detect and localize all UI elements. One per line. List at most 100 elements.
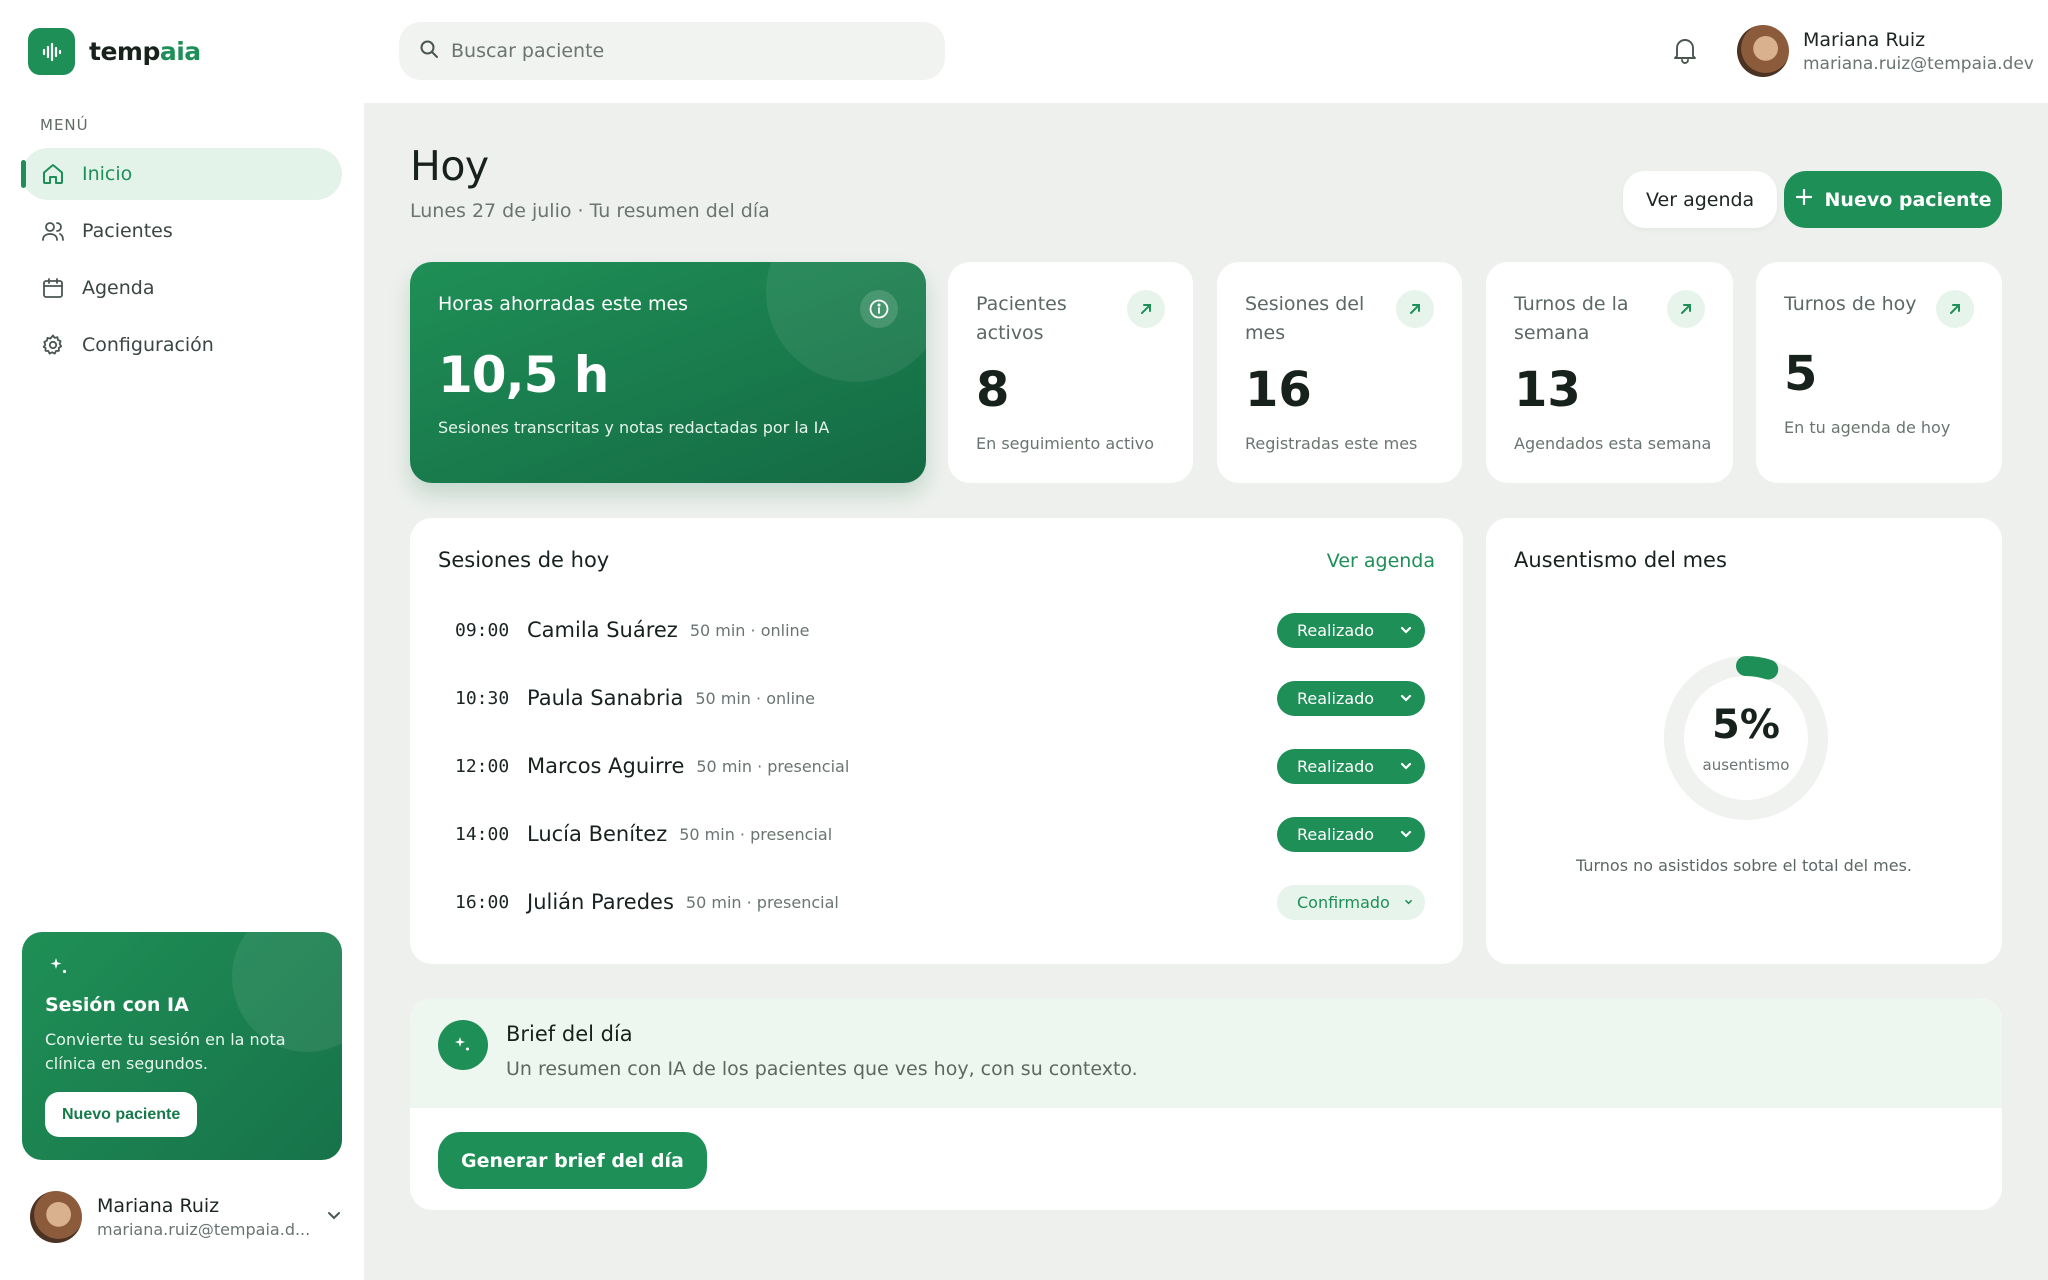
chevron-down-icon — [1405, 899, 1412, 905]
session-status-dropdown[interactable]: Realizado — [1277, 748, 1425, 784]
session-meta: 50 min · online — [695, 688, 816, 708]
sidebar: tempaia MENÚ Inicio Pacientes Agenda Con… — [0, 0, 364, 1280]
ai-session-promo-card: Sesión con IA Convierte tu sesión en la … — [22, 932, 342, 1160]
stat-label: Pacientes activos — [976, 293, 1067, 344]
search-icon — [419, 39, 439, 63]
logo-text: tempaia — [89, 37, 201, 66]
avatar — [30, 1191, 82, 1243]
sidebar-item-inicio[interactable]: Inicio — [21, 148, 342, 200]
hours-saved-value: 10,5 h — [438, 346, 609, 404]
generate-brief-button[interactable]: Generar brief del día — [438, 1132, 707, 1189]
stat-description: Agendados esta semana — [1514, 434, 1712, 453]
stat-description: Registradas este mes — [1245, 434, 1418, 453]
session-meta: 50 min · presencial — [696, 756, 850, 776]
today-sessions-panel: Sesiones de hoy Ver agenda 09:00 Camila … — [410, 518, 1463, 964]
sidebar-item-pacientes[interactable]: Pacientes — [22, 205, 342, 257]
user-email: mariana.ruiz@tempaia.dev — [1803, 53, 2034, 74]
session-status-dropdown[interactable]: Realizado — [1277, 612, 1425, 648]
stat-value: 8 — [976, 362, 1010, 418]
brief-title: Brief del día — [506, 1022, 633, 1046]
promo-new-patient-button[interactable]: Nuevo paciente — [45, 1092, 198, 1137]
session-patient-name: Camila Suárez — [527, 618, 678, 642]
stat-label: Turnos de la semana — [1514, 293, 1629, 344]
sidebar-item-configuracion[interactable]: Configuración — [22, 319, 342, 371]
session-time: 14:00 — [455, 823, 510, 845]
stat-value: 13 — [1514, 362, 1581, 418]
hours-saved-label: Horas ahorradas este mes — [438, 293, 689, 315]
session-patient-name: Paula Sanabria — [527, 686, 684, 710]
session-row[interactable]: 14:00 Lucía Benítez 50 min · presencial … — [455, 809, 1425, 859]
sidebar-item-label: Inicio — [82, 163, 133, 185]
status-label: Confirmado — [1297, 892, 1390, 912]
new-patient-button[interactable]: Nuevo paciente — [1784, 171, 2002, 228]
page-title: Hoy — [410, 142, 489, 190]
session-patient-name: Julián Paredes — [527, 890, 674, 914]
stat-card-today-appointments[interactable]: Turnos de hoy 5 En tu agenda de hoy — [1756, 262, 2002, 483]
session-time: 12:00 — [455, 755, 510, 777]
sparkle-icon — [438, 1020, 488, 1070]
session-row[interactable]: 09:00 Camila Suárez 50 min · online Real… — [455, 605, 1425, 655]
chevron-down-icon — [1400, 626, 1412, 634]
session-row[interactable]: 16:00 Julián Paredes 50 min · presencial… — [455, 877, 1425, 927]
search-input[interactable] — [451, 40, 891, 62]
user-name: Mariana Ruiz — [1803, 28, 1926, 51]
sparkle-icon — [48, 956, 70, 982]
new-patient-label: Nuevo paciente — [1824, 188, 1992, 211]
arrow-up-right-icon — [1396, 290, 1434, 328]
plus-icon — [1795, 188, 1813, 211]
session-status-dropdown[interactable]: Confirmado — [1277, 884, 1425, 920]
search-bar[interactable] — [399, 22, 945, 80]
avatar — [1737, 25, 1789, 77]
absence-donut-chart: 5% ausentismo — [1660, 652, 1832, 824]
chevron-down-icon — [1400, 830, 1412, 838]
stat-card-monthly-sessions[interactable]: Sesiones del mes 16 Registradas este mes — [1217, 262, 1462, 483]
session-status-dropdown[interactable]: Realizado — [1277, 816, 1425, 852]
sidebar-user-menu[interactable]: Mariana Ruiz mariana.ruiz@tempaia.d... — [30, 1190, 343, 1244]
logo-waveform-icon — [28, 28, 75, 75]
sidebar-nav: Inicio Pacientes Agenda Configuración — [21, 148, 342, 376]
session-status-dropdown[interactable]: Realizado — [1277, 680, 1425, 716]
gear-icon — [40, 332, 66, 358]
arrow-up-right-icon — [1936, 290, 1974, 328]
session-patient-name: Marcos Aguirre — [527, 754, 685, 778]
hours-saved-card: Horas ahorradas este mes 10,5 h Sesiones… — [410, 262, 926, 483]
session-patient-name: Lucía Benítez — [527, 822, 668, 846]
status-label: Realizado — [1297, 688, 1375, 708]
decorative-circle — [766, 262, 926, 382]
brief-description: Un resumen con IA de los pacientes que v… — [506, 1058, 1138, 1080]
stat-label: Sesiones del mes — [1245, 293, 1365, 344]
sidebar-item-agenda[interactable]: Agenda — [22, 262, 342, 314]
session-row[interactable]: 10:30 Paula Sanabria 50 min · online Rea… — [455, 673, 1425, 723]
status-label: Realizado — [1297, 824, 1375, 844]
view-agenda-link[interactable]: Ver agenda — [1327, 550, 1435, 572]
topbar-user-menu[interactable]: Mariana Ruiz mariana.ruiz@tempaia.dev — [1737, 25, 2034, 77]
logo[interactable]: tempaia — [28, 28, 201, 75]
users-icon — [40, 218, 66, 244]
stat-card-weekly-appointments[interactable]: Turnos de la semana 13 Agendados esta se… — [1486, 262, 1733, 483]
absence-label: ausentismo — [1702, 756, 1790, 774]
status-label: Realizado — [1297, 756, 1375, 776]
info-icon[interactable] — [860, 290, 898, 328]
stat-description: En tu agenda de hoy — [1784, 418, 1951, 437]
session-row[interactable]: 12:00 Marcos Aguirre 50 min · presencial… — [455, 741, 1425, 791]
chevron-down-icon — [1400, 694, 1412, 702]
sidebar-user-info: Mariana Ruiz mariana.ruiz@tempaia.d... — [97, 1195, 310, 1239]
stat-value: 5 — [1784, 346, 1818, 402]
daily-brief-panel: Brief del día Un resumen con IA de los p… — [410, 998, 2002, 1210]
stat-description: En seguimiento activo — [976, 434, 1154, 453]
view-agenda-button[interactable]: Ver agenda — [1623, 171, 1778, 228]
session-meta: 50 min · presencial — [679, 824, 833, 844]
stat-value: 16 — [1245, 362, 1312, 418]
panel-title: Ausentismo del mes — [1514, 548, 1727, 572]
arrow-up-right-icon — [1127, 290, 1165, 328]
menu-label: MENÚ — [40, 116, 89, 134]
session-time: 10:30 — [455, 687, 510, 709]
status-label: Realizado — [1297, 620, 1375, 640]
notification-bell-icon[interactable] — [1672, 36, 1698, 68]
stat-label: Turnos de hoy — [1784, 293, 1917, 315]
brief-header: Brief del día Un resumen con IA de los p… — [410, 998, 2002, 1108]
arrow-up-right-icon — [1667, 290, 1705, 328]
chevron-down-icon[interactable] — [325, 1206, 343, 1228]
hours-saved-description: Sesiones transcritas y notas redactadas … — [438, 418, 830, 437]
stat-card-active-patients[interactable]: Pacientes activos 8 En seguimiento activ… — [948, 262, 1193, 483]
